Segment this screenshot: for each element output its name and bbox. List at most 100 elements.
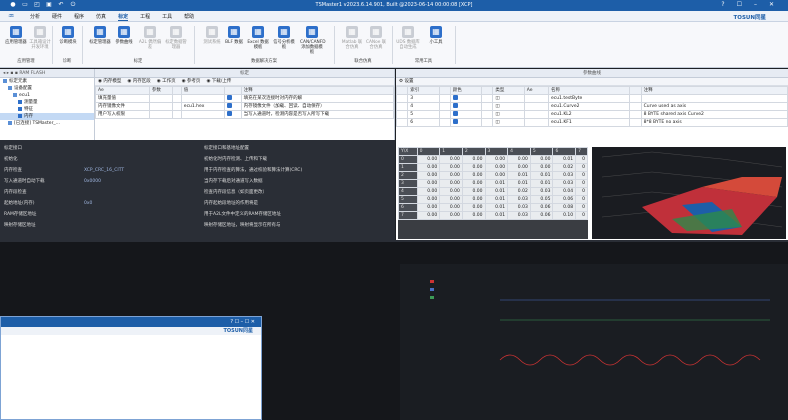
table-row[interactable]: 内存镜像文件 ecu1.hex 内存镜像文件（加载、回读、自动保存） [95, 102, 395, 111]
heatmap-cell[interactable]: 0.00 [461, 179, 486, 188]
heatmap-cell[interactable]: 0.00 [461, 195, 486, 204]
heatmap-cell[interactable]: 0.00 [461, 163, 486, 172]
heatmap-cell[interactable]: 0.00 [461, 187, 486, 196]
menu-item-help[interactable]: 帮助 [184, 13, 194, 21]
heatmap-cell[interactable]: 0.00 [416, 211, 441, 220]
heatmap-cell[interactable]: 0.02 [507, 187, 531, 196]
column-header[interactable]: 值 [180, 86, 225, 95]
column-header[interactable]: 颜色 [449, 86, 483, 95]
heatmap-cell[interactable]: 0.02 [552, 163, 577, 172]
maximize-button[interactable]: ☐ [737, 1, 742, 8]
heatmap-cell[interactable]: 0.00 [439, 211, 463, 220]
heatmap-cell[interactable]: 0.01 [507, 179, 531, 188]
heatmap-cell[interactable]: 0 [575, 163, 588, 172]
heatmap-cell[interactable]: 0.10 [552, 211, 577, 220]
diagnostic-button[interactable]: ▦ 诊断模块 [56, 26, 80, 45]
curve-button[interactable]: ▦ 参数曲线 [112, 26, 136, 45]
menu-item-tools[interactable]: 工具 [162, 13, 172, 21]
test-system-button[interactable]: ▦ 测试系统 [200, 26, 224, 45]
tree-item[interactable]: 特征 [0, 106, 94, 113]
heatmap-cell[interactable]: 0.00 [416, 171, 441, 180]
heatmap-cell[interactable]: 0.01 [507, 171, 531, 180]
table-row[interactable]: 5 ◫ ecu1.KL2 8 BYTE shared axis Curve2 [395, 110, 788, 119]
table-row[interactable]: 填充量值 填充在某次连接时对内存的解 [95, 94, 395, 103]
toolbox-button[interactable]: ▦ 工具箱设计开发环境 [28, 26, 52, 50]
heatmap-cell[interactable]: 0.03 [529, 187, 554, 196]
calibration-manager-button[interactable]: ▦ 标定管理器 [88, 26, 112, 45]
menu-item-simulation[interactable]: 仿真 [96, 13, 106, 21]
heatmap-cell[interactable]: 0.00 [461, 203, 486, 212]
heatmap-cell[interactable]: 0.00 [461, 211, 486, 220]
heatmap-cell[interactable]: 0.05 [529, 195, 554, 204]
heatmap-cell[interactable]: 0.00 [416, 155, 441, 164]
toolbar-icons[interactable]: ◂ ▸ ▪ ▪ [3, 71, 19, 76]
heatmap-cell[interactable]: 0.00 [461, 171, 486, 180]
a2l-button[interactable]: ▦ A2L 偶然偏差 [138, 26, 162, 50]
heatmap-cell[interactable]: 0.01 [529, 179, 554, 188]
heatmap-cell[interactable]: 0.03 [507, 211, 531, 220]
heatmap-cell[interactable]: 0.00 [439, 195, 463, 204]
app-manager-button[interactable]: ▦ 应用管理器 [4, 26, 28, 45]
column-header[interactable]: 类型 [492, 86, 525, 95]
tree-item[interactable]: 测量量 [0, 99, 94, 106]
wrench-button[interactable]: ▦ 小工具 [424, 26, 448, 45]
heatmap-cell[interactable]: 0.00 [484, 171, 509, 180]
heatmap-cell[interactable]: 0.01 [529, 171, 554, 180]
column-header[interactable]: 参数 [148, 86, 174, 95]
column-header[interactable]: Ae [95, 86, 150, 95]
canoe-button[interactable]: ▦ CANoe 联合仿真 [364, 26, 388, 50]
heatmap-cell[interactable]: 0.03 [507, 195, 531, 204]
heatmap-cell[interactable]: 0 [575, 211, 588, 220]
table-row[interactable]: 6 ◫ ecu1.KF1 8*8 BYTE no axis [395, 118, 788, 127]
heatmap-cell[interactable]: 0.00 [484, 155, 509, 164]
checkbox[interactable] [226, 103, 232, 108]
heatmap-cell[interactable]: 0 [575, 171, 588, 180]
menu-logo-icon[interactable]: ♒ [8, 12, 14, 20]
heatmap-cell[interactable]: 0.00 [529, 163, 554, 172]
heatmap-cell[interactable]: 0.00 [439, 187, 463, 196]
checkbox[interactable] [226, 111, 232, 116]
tab-0[interactable]: ◉ 内存模型 [98, 79, 121, 84]
column-header[interactable]: Ae [523, 86, 549, 95]
heatmap-cell[interactable]: 0.00 [484, 163, 509, 172]
tree-item[interactable]: 标定元素 [0, 78, 94, 85]
heatmap-cell[interactable]: 0.00 [529, 155, 554, 164]
heatmap-cell[interactable]: 0.06 [552, 195, 577, 204]
heatmap-cell[interactable]: 0.01 [552, 155, 577, 164]
close-button[interactable]: ✕ [769, 1, 774, 8]
heatmap-cell[interactable]: 0.00 [416, 163, 441, 172]
data-manager-button[interactable]: ▦ 标定数据管理器 [164, 26, 188, 50]
heatmap-cell[interactable]: 0.01 [484, 187, 509, 196]
heatmap-cell[interactable]: 0.01 [484, 195, 509, 204]
tree-item[interactable]: [已连接] TSMaster_... [0, 120, 94, 127]
column-header[interactable] [395, 86, 409, 95]
heatmap-cell[interactable]: 0.03 [507, 203, 531, 212]
heatmap-cell[interactable]: 0.08 [552, 203, 577, 212]
table-row[interactable]: 用户写入权限 当写入通道时，检测内容是否写入所写下载 [95, 110, 395, 119]
table-row[interactable]: 4 ◫ ecu1.Curve2 Curve used as axis [395, 102, 788, 111]
heatmap-cell[interactable]: 0.06 [529, 211, 554, 220]
heatmap-cell[interactable]: 0.00 [439, 179, 463, 188]
heatmap-cell[interactable]: 0 [575, 187, 588, 196]
menu-item-program[interactable]: 程序 [74, 13, 84, 21]
tree-item[interactable]: 设备配置 [0, 85, 94, 92]
heatmap-cell[interactable]: 0 [575, 179, 588, 188]
heatmap-cell[interactable]: 0.00 [507, 163, 531, 172]
tab-4[interactable]: ◉ 下载/上传 [206, 79, 231, 84]
heatmap-cell[interactable]: 0 [575, 203, 588, 212]
color-swatch[interactable] [452, 95, 458, 100]
heatmap-cell[interactable]: 0.01 [484, 211, 509, 220]
column-header[interactable] [172, 86, 182, 95]
heatmap-cell[interactable]: 0.04 [552, 187, 577, 196]
column-header[interactable] [438, 86, 451, 95]
uds-button[interactable]: ▦ UDS 数据库自动生成 [396, 26, 420, 50]
menu-item-analysis[interactable]: 分析 [30, 13, 40, 21]
heatmap-cell[interactable]: 0.06 [529, 203, 554, 212]
heatmap-cell[interactable]: 0.00 [507, 155, 531, 164]
excel-button[interactable]: ▦ Excel 数据模板 [246, 26, 270, 50]
tree-item[interactable]: ecu1 [0, 92, 94, 99]
table-row[interactable]: 3 ◫ ecu1.testByte [395, 94, 788, 103]
settings-label[interactable]: 设置 [404, 79, 413, 84]
checkbox[interactable] [226, 95, 232, 100]
heatmap-cell[interactable]: 0.00 [439, 155, 463, 164]
